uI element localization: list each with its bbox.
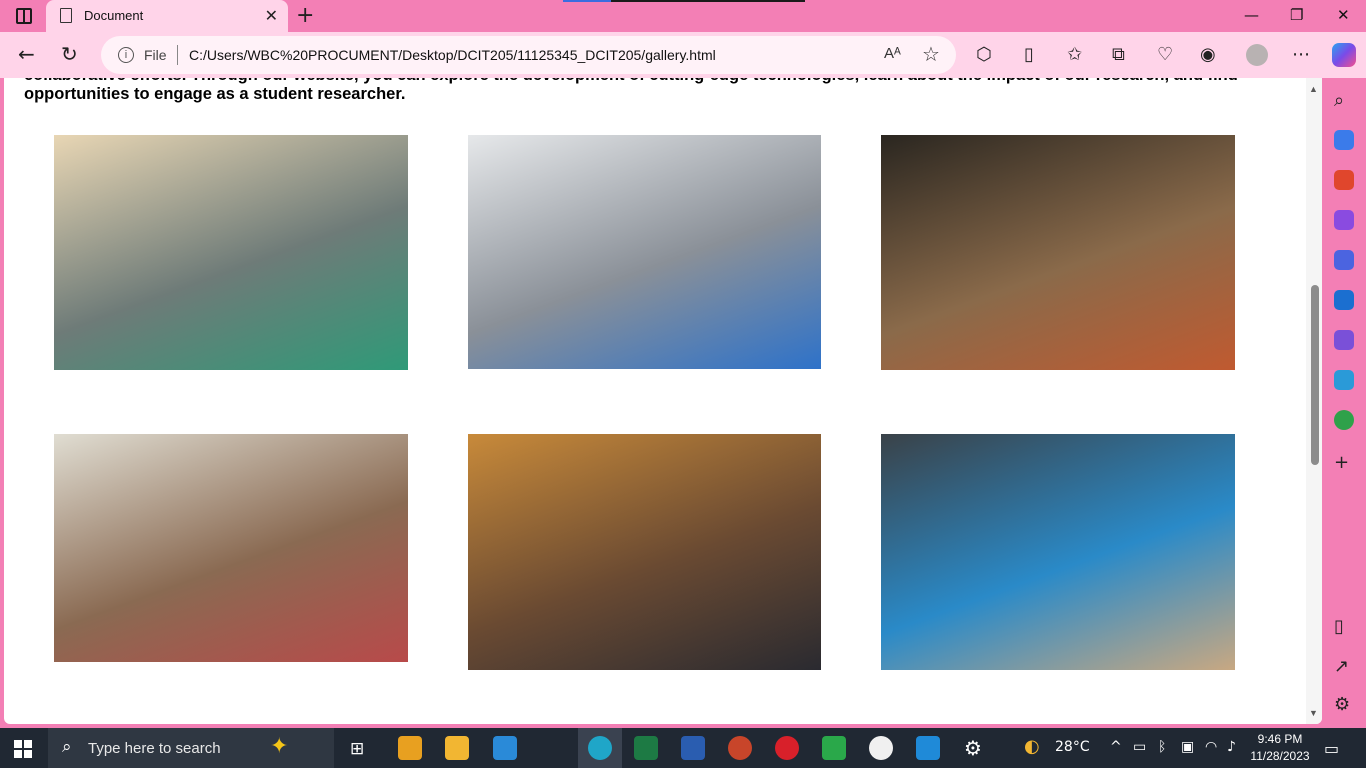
navigation-bar: ← ↻ i File C:/Users/WBC%20PROCUMENT/Desk… (0, 32, 1366, 78)
weather-temperature[interactable]: 28°C (1055, 739, 1090, 755)
settings-gear-icon[interactable]: ⚙ (964, 736, 982, 760)
tab-document[interactable]: Document ✕ (46, 0, 288, 32)
powerpoint-icon[interactable] (728, 736, 752, 760)
progress-line-active (563, 0, 611, 2)
favorite-star-icon[interactable]: ☆ (922, 42, 940, 66)
games-icon[interactable] (1334, 210, 1354, 230)
info-icon[interactable]: i (118, 47, 134, 63)
page-scrollbar[interactable]: ▲ ▼ (1306, 78, 1322, 724)
sidebar-panel-icon[interactable]: ▯ (1334, 616, 1344, 637)
performance-icon[interactable]: ◉ (1200, 44, 1216, 65)
extensions-icon[interactable]: ⬡ (976, 44, 992, 65)
search-icon[interactable]: ⌕ (1334, 90, 1344, 111)
start-button[interactable] (14, 740, 32, 758)
address-bar[interactable]: i File C:/Users/WBC%20PROCUMENT/Desktop/… (101, 36, 956, 74)
file-explorer-icon[interactable] (445, 736, 469, 760)
search-placeholder[interactable]: Type here to search (88, 740, 221, 757)
tab-close-icon[interactable]: ✕ (265, 6, 278, 26)
send-icon[interactable] (1334, 370, 1354, 390)
taskbar-search[interactable]: ⌕ Type here to search ✦ (48, 728, 334, 768)
battery-icon[interactable]: ▭ (1133, 739, 1146, 755)
weather-moon-icon[interactable]: ◐ (1024, 736, 1040, 757)
clock-time: 9:46 PM (1257, 732, 1303, 746)
split-screen-icon[interactable]: ▯ (1024, 44, 1034, 65)
designer-icon[interactable] (1334, 330, 1354, 350)
document-icon (60, 8, 72, 23)
page-viewport: collaborative efforts. Through our websi… (4, 78, 1322, 724)
vscode-icon[interactable] (916, 736, 940, 760)
clock-date: 11/28/2023 (1250, 749, 1310, 763)
favorites-icon[interactable]: ✩ (1067, 44, 1082, 65)
device-icon[interactable]: ▣ (1181, 739, 1194, 755)
copilot-apps-icon[interactable] (1334, 250, 1354, 270)
scrollbar-thumb[interactable] (1311, 285, 1319, 465)
open-external-icon[interactable]: ↗ (1334, 656, 1349, 677)
excel-icon[interactable] (634, 736, 658, 760)
profile-avatar[interactable] (1246, 44, 1268, 66)
system-clock[interactable]: 9:46 PM 11/28/2023 (1250, 731, 1310, 765)
task-view-icon[interactable]: ⊞ (350, 739, 364, 759)
tree-icon[interactable] (1334, 410, 1354, 430)
browser-essentials-icon[interactable]: ♡ (1157, 44, 1173, 65)
gallery-image-computer-lab-green-chairs (54, 135, 408, 370)
tab-actions-icon[interactable] (16, 8, 32, 24)
collections-icon[interactable]: ⧉ (1112, 44, 1125, 65)
volume-icon[interactable]: ♪ (1227, 739, 1236, 755)
google-play-icon[interactable] (822, 736, 846, 760)
sparkle-icon: ✦ (270, 734, 289, 759)
read-aloud-icon[interactable]: Aᴬ (884, 45, 901, 62)
tab-bar: Document ✕ + — ❐ ✕ (0, 0, 1366, 32)
gallery-image-library-reading-room (54, 434, 408, 662)
intro-paragraph: collaborative efforts. Through our websi… (24, 78, 1238, 103)
restore-button[interactable]: ❐ (1290, 6, 1303, 24)
tools-briefcase-icon[interactable] (1334, 170, 1354, 190)
microsoft-store-icon[interactable] (398, 736, 422, 760)
new-tab-button[interactable]: + (296, 3, 314, 28)
outlook-icon[interactable] (1334, 290, 1354, 310)
back-arrow-icon[interactable]: ← (18, 42, 35, 66)
github-icon[interactable] (869, 736, 893, 760)
scroll-up-arrow-icon[interactable]: ▲ (1309, 84, 1318, 94)
search-magnifier-icon: ⌕ (62, 737, 72, 757)
bluetooth-icon[interactable]: ᛒ (1158, 739, 1166, 755)
tab-title: Document (84, 8, 144, 23)
notifications-icon[interactable]: ▭ (1324, 739, 1339, 758)
tray-overflow-chevron-icon[interactable]: ^ (1110, 739, 1122, 755)
edge-browser-icon[interactable] (588, 736, 612, 760)
edge-sidebar: ⌕ + ▯ ↗ ⚙ (1322, 78, 1366, 726)
word-icon[interactable] (681, 736, 705, 760)
windows-taskbar: ⌕ Type here to search ✦ ⊞ ⚙ ◐ 28°C ^ ▭ ᛒ… (0, 728, 1366, 768)
minimize-button[interactable]: — (1244, 6, 1259, 24)
file-label: File (144, 47, 167, 63)
mail-icon[interactable] (493, 736, 517, 760)
gallery-image-computer-lab-monitors (468, 135, 821, 369)
scroll-down-arrow-icon[interactable]: ▼ (1309, 708, 1318, 718)
pinterest-icon[interactable] (775, 736, 799, 760)
address-divider (177, 45, 178, 65)
refresh-icon[interactable]: ↻ (61, 42, 78, 66)
shopping-tag-icon[interactable] (1334, 130, 1354, 150)
url-text[interactable]: C:/Users/WBC%20PROCUMENT/Desktop/DCIT205… (189, 47, 716, 63)
add-sidebar-app-icon[interactable]: + (1334, 452, 1349, 473)
gallery-image-lecture-hall-students (468, 434, 821, 670)
more-options-icon[interactable]: ⋯ (1292, 44, 1310, 65)
gallery-image-computer-lab-dark-room (881, 135, 1235, 370)
gallery-image-robotics-lab (881, 434, 1235, 670)
settings-gear-icon[interactable]: ⚙ (1334, 694, 1350, 715)
copilot-icon[interactable] (1332, 43, 1356, 67)
close-window-button[interactable]: ✕ (1337, 6, 1350, 24)
wifi-icon[interactable]: ◠ (1205, 739, 1217, 755)
